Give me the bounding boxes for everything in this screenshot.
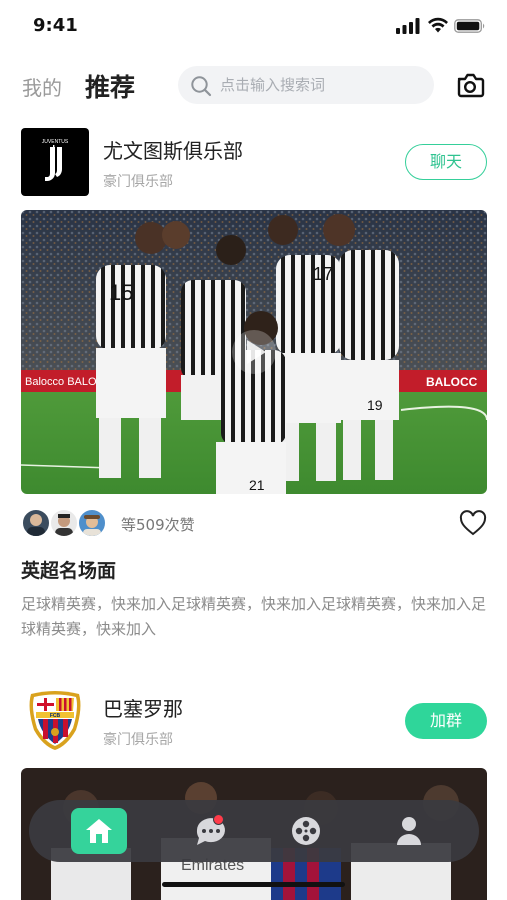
- bottom-tab-bar: [29, 800, 479, 862]
- tab-profile[interactable]: [397, 800, 453, 862]
- home-indicator: [162, 882, 345, 887]
- post-description: 足球精英赛，快来加入足球精英赛，快来加入足球精英赛，快来加入足球精英赛，快来加入: [21, 595, 487, 638]
- play-button-icon: [232, 330, 276, 374]
- cellular-signal-icon: [396, 18, 420, 34]
- search-bar[interactable]: [178, 66, 434, 104]
- post-photo[interactable]: Balocco BALO BALOCC 15 17 19 21: [21, 210, 487, 494]
- svg-text:21: 21: [249, 477, 265, 493]
- club-name[interactable]: 尤文图斯俱乐部: [103, 135, 243, 164]
- tab-video[interactable]: [291, 800, 347, 862]
- avatar: [49, 508, 79, 538]
- svg-text:FCB: FCB: [50, 713, 61, 719]
- status-bar: 9:41: [0, 0, 507, 54]
- barcelona-crest-icon: FCB: [29, 691, 81, 750]
- top-nav: 我的 推荐: [0, 62, 507, 108]
- club-logo-barcelona[interactable]: FCB: [21, 686, 89, 754]
- profile-icon: [397, 817, 421, 845]
- search-input[interactable]: [220, 66, 425, 104]
- battery-icon: [454, 19, 485, 33]
- join-group-button[interactable]: 加群: [405, 703, 487, 739]
- svg-text:JUVENTUS: JUVENTUS: [42, 139, 69, 145]
- football-celebration-image: Balocco BALO BALOCC 15 17 19 21: [21, 210, 487, 494]
- club-name[interactable]: 巴塞罗那: [103, 693, 183, 722]
- svg-text:Balocco BALO: Balocco BALO: [25, 376, 97, 388]
- tab-home[interactable]: [71, 808, 127, 854]
- camera-icon[interactable]: [455, 70, 485, 100]
- film-reel-icon: [292, 817, 320, 845]
- like-count: 等509次赞: [121, 516, 195, 534]
- juventus-logo-icon: JUVENTUS: [21, 128, 89, 196]
- post-title: 英超名场面: [21, 560, 117, 582]
- tab-recommend[interactable]: 推荐: [85, 68, 135, 104]
- avatar: [21, 508, 51, 538]
- unread-badge: [213, 814, 224, 825]
- club-subtitle: 豪门俱乐部: [103, 732, 173, 748]
- tab-messages[interactable]: [183, 800, 239, 862]
- tab-mine[interactable]: 我的: [22, 72, 62, 101]
- heart-icon[interactable]: [459, 510, 487, 536]
- svg-text:19: 19: [367, 397, 383, 413]
- app-screen: 9:41 我的 推荐 点击输入搜索词 JUVENTUS 尤文图斯俱乐部 豪门俱乐…: [0, 0, 507, 900]
- message-icon: [196, 818, 225, 845]
- wifi-icon: [428, 17, 448, 33]
- chat-button[interactable]: 聊天: [405, 144, 487, 180]
- svg-text:17: 17: [313, 264, 333, 284]
- svg-text:BALOCC: BALOCC: [426, 375, 478, 389]
- avatar: [77, 508, 107, 538]
- search-icon: [191, 76, 212, 97]
- status-time: 9:41: [33, 15, 78, 36]
- club-logo-juventus[interactable]: JUVENTUS: [21, 128, 89, 196]
- svg-text:15: 15: [109, 280, 133, 305]
- home-icon: [86, 819, 112, 843]
- club-subtitle: 豪门俱乐部: [103, 174, 173, 190]
